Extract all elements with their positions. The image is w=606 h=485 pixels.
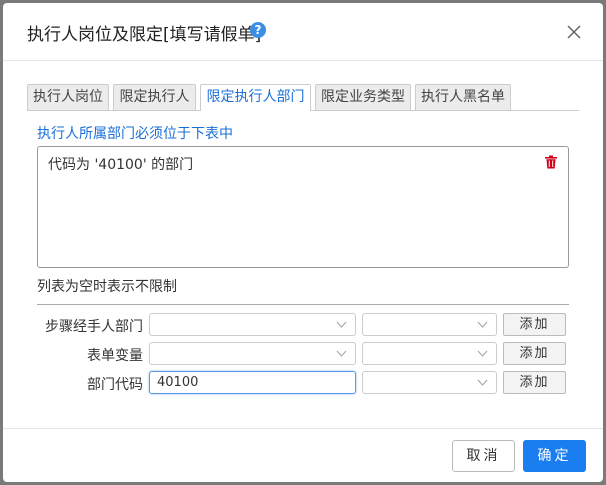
chevron-down-icon (336, 321, 347, 328)
chevron-down-icon (477, 379, 488, 386)
empty-list-note: 列表为空时表示不限制 (37, 279, 177, 295)
chevron-down-icon (336, 350, 347, 357)
cancel-button[interactable]: 取消 (452, 440, 515, 472)
dialog-header: 执行人岗位及限定[填写请假单] ? (3, 3, 603, 61)
dialog-footer: 取消 确定 (3, 428, 603, 482)
step-handler-department-option-select[interactable] (362, 313, 497, 336)
tab-executor-post[interactable]: 执行人岗位 (27, 84, 109, 110)
section-title: 执行人所属部门必须位于下表中 (37, 126, 233, 142)
list-item: 代码为 '40100' 的部门 (48, 157, 194, 173)
trash-icon[interactable] (544, 155, 558, 169)
row-label-step-handler-department: 步骤经手人部门 (45, 319, 143, 335)
row-label-department-code: 部门代码 (87, 377, 143, 393)
help-icon[interactable]: ? (250, 22, 266, 38)
tab-limit-executor-department[interactable]: 限定执行人部门 (200, 84, 311, 111)
add-department-code-button[interactable]: 添加 (503, 371, 566, 394)
department-code-input[interactable]: 40100 (149, 371, 356, 394)
dialog: 执行人岗位及限定[填写请假单] ? 执行人岗位 限定执行人 限定执行人部门 限定… (3, 3, 603, 482)
row-label-form-variable: 表单变量 (87, 348, 143, 364)
tab-limit-business-type[interactable]: 限定业务类型 (315, 84, 411, 110)
dialog-title: 执行人岗位及限定[填写请假单] (27, 25, 262, 45)
step-handler-department-select[interactable] (149, 313, 356, 336)
tab-executor-blacklist[interactable]: 执行人黑名单 (415, 84, 511, 110)
tab-limit-executor[interactable]: 限定执行人 (113, 84, 196, 110)
form-variable-option-select[interactable] (362, 342, 497, 365)
add-form-variable-button[interactable]: 添加 (503, 342, 566, 365)
divider (37, 304, 569, 305)
chevron-down-icon (477, 350, 488, 357)
department-code-option-select[interactable] (362, 371, 497, 394)
ok-button[interactable]: 确定 (523, 440, 586, 472)
add-step-handler-department-button[interactable]: 添加 (503, 313, 566, 336)
close-icon[interactable] (565, 23, 583, 41)
chevron-down-icon (477, 321, 488, 328)
form-variable-select[interactable] (149, 342, 356, 365)
tab-bar: 执行人岗位 限定执行人 限定执行人部门 限定业务类型 执行人黑名单 (27, 84, 579, 111)
department-list: 代码为 '40100' 的部门 (37, 146, 569, 268)
